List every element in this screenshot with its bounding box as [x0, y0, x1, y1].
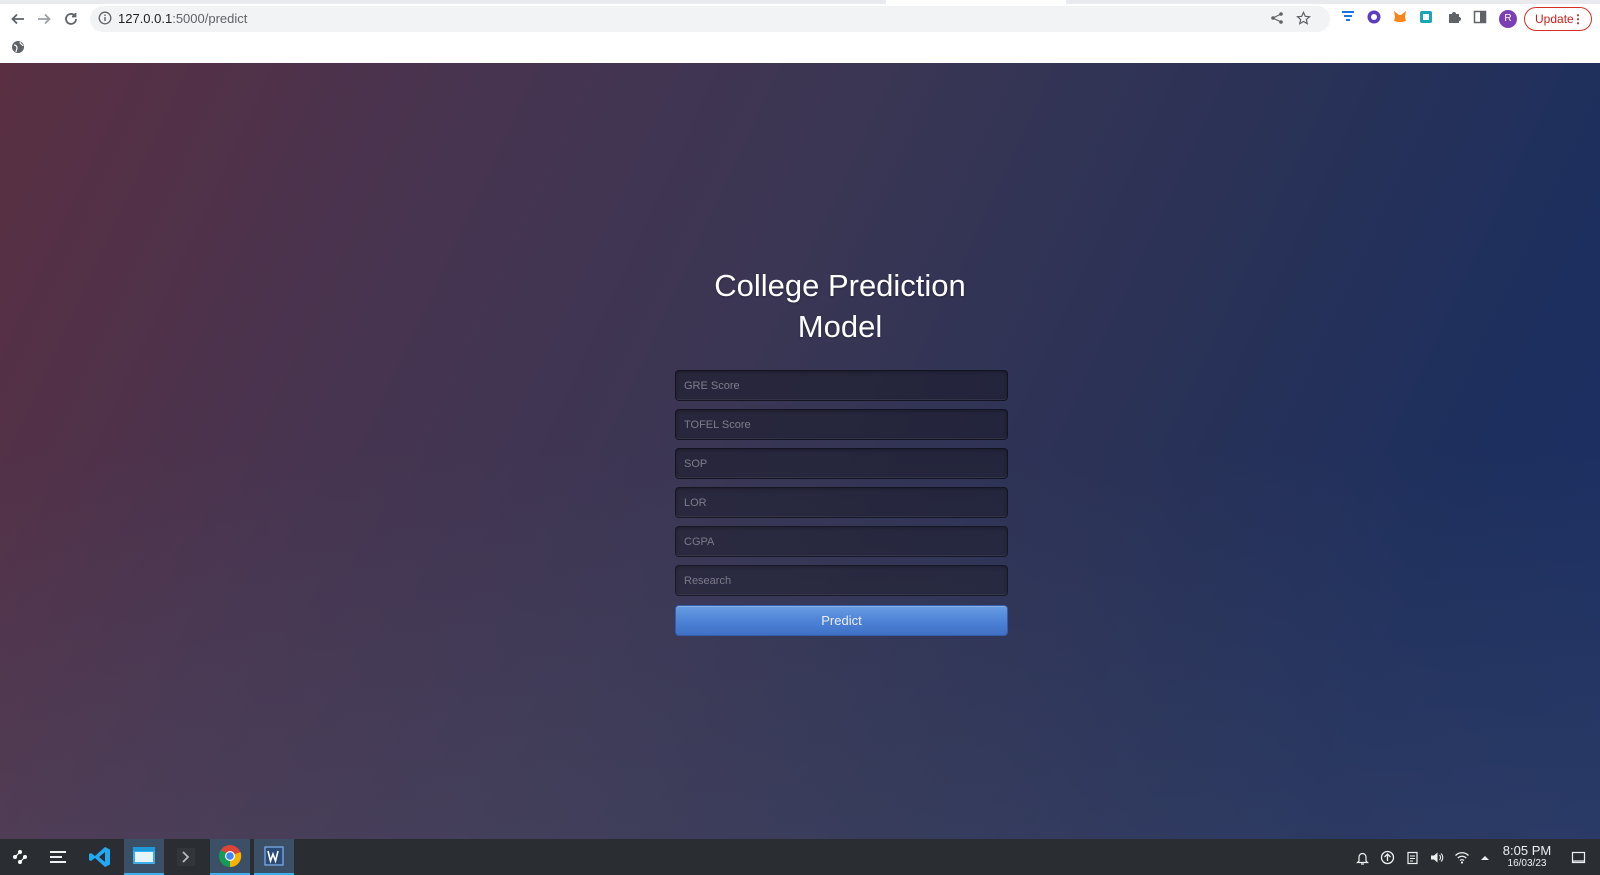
- sidepanel-icon[interactable]: [1472, 9, 1490, 27]
- page-viewport: College Prediction Model Predict: [0, 63, 1600, 839]
- sop-input[interactable]: [675, 448, 1008, 479]
- tray-expand-icon[interactable]: [1479, 850, 1494, 865]
- extension-circle-icon[interactable]: [1366, 9, 1384, 27]
- site-info-icon[interactable]: [98, 11, 112, 30]
- extension-square-icon[interactable]: [1418, 9, 1436, 27]
- updates-icon[interactable]: [1380, 850, 1395, 865]
- url-path: :5000/predict: [172, 11, 248, 26]
- metamask-icon[interactable]: [1392, 9, 1410, 27]
- tab-strip: [0, 0, 1600, 4]
- update-button[interactable]: Update ⋮: [1524, 7, 1592, 31]
- back-icon[interactable]: [7, 8, 29, 30]
- title-line-1: College Prediction: [714, 268, 966, 303]
- clipboard-icon[interactable]: [1405, 850, 1420, 865]
- predict-button[interactable]: Predict: [675, 605, 1008, 636]
- active-tab[interactable]: [886, 0, 1066, 4]
- forward-icon[interactable]: [33, 8, 55, 30]
- show-desktop-icon[interactable]: [1571, 850, 1586, 865]
- notifications-icon[interactable]: [1355, 850, 1370, 865]
- share-icon[interactable]: [1270, 11, 1286, 27]
- puzzle-icon[interactable]: [1446, 9, 1464, 27]
- wps-writer-icon[interactable]: [254, 839, 294, 875]
- volume-icon[interactable]: [1429, 850, 1444, 865]
- gre-score-input[interactable]: [675, 370, 1008, 401]
- taskbar: 8:05 PM 16/03/23: [0, 839, 1600, 875]
- browser-toolbar: 127.0.0.1:5000/predict R Update ⋮: [0, 0, 1600, 64]
- wifi-icon[interactable]: [1454, 850, 1469, 865]
- reload-icon[interactable]: [60, 8, 82, 30]
- cgpa-input[interactable]: [675, 526, 1008, 557]
- file-manager-icon[interactable]: [124, 839, 164, 875]
- url-text: 127.0.0.1:5000/predict: [118, 11, 247, 26]
- lor-input[interactable]: [675, 487, 1008, 518]
- page-title: College Prediction Model: [640, 265, 1040, 347]
- profile-avatar[interactable]: R: [1499, 10, 1517, 28]
- taskbar-clock[interactable]: 8:05 PM 16/03/23: [1499, 844, 1555, 870]
- update-label: Update: [1535, 12, 1574, 26]
- vscode-icon[interactable]: [80, 839, 120, 875]
- title-line-2: Model: [797, 309, 883, 344]
- menu-dots-icon[interactable]: ⋮: [1572, 8, 1584, 30]
- task-manager-icon[interactable]: [38, 839, 78, 875]
- extension-filter-icon[interactable]: [1340, 9, 1358, 27]
- tofel-score-input[interactable]: [675, 409, 1008, 440]
- clock-date: 16/03/23: [1507, 858, 1547, 869]
- url-host: 127.0.0.1: [118, 11, 173, 26]
- star-icon[interactable]: [1296, 10, 1312, 27]
- research-input[interactable]: [675, 565, 1008, 596]
- bookmark-globe-icon[interactable]: [11, 40, 25, 54]
- clock-time: 8:05 PM: [1502, 843, 1552, 858]
- terminal-icon[interactable]: [166, 839, 206, 875]
- chrome-icon[interactable]: [210, 839, 250, 875]
- address-bar[interactable]: 127.0.0.1:5000/predict: [90, 6, 1330, 32]
- app-launcher-icon[interactable]: [0, 839, 40, 875]
